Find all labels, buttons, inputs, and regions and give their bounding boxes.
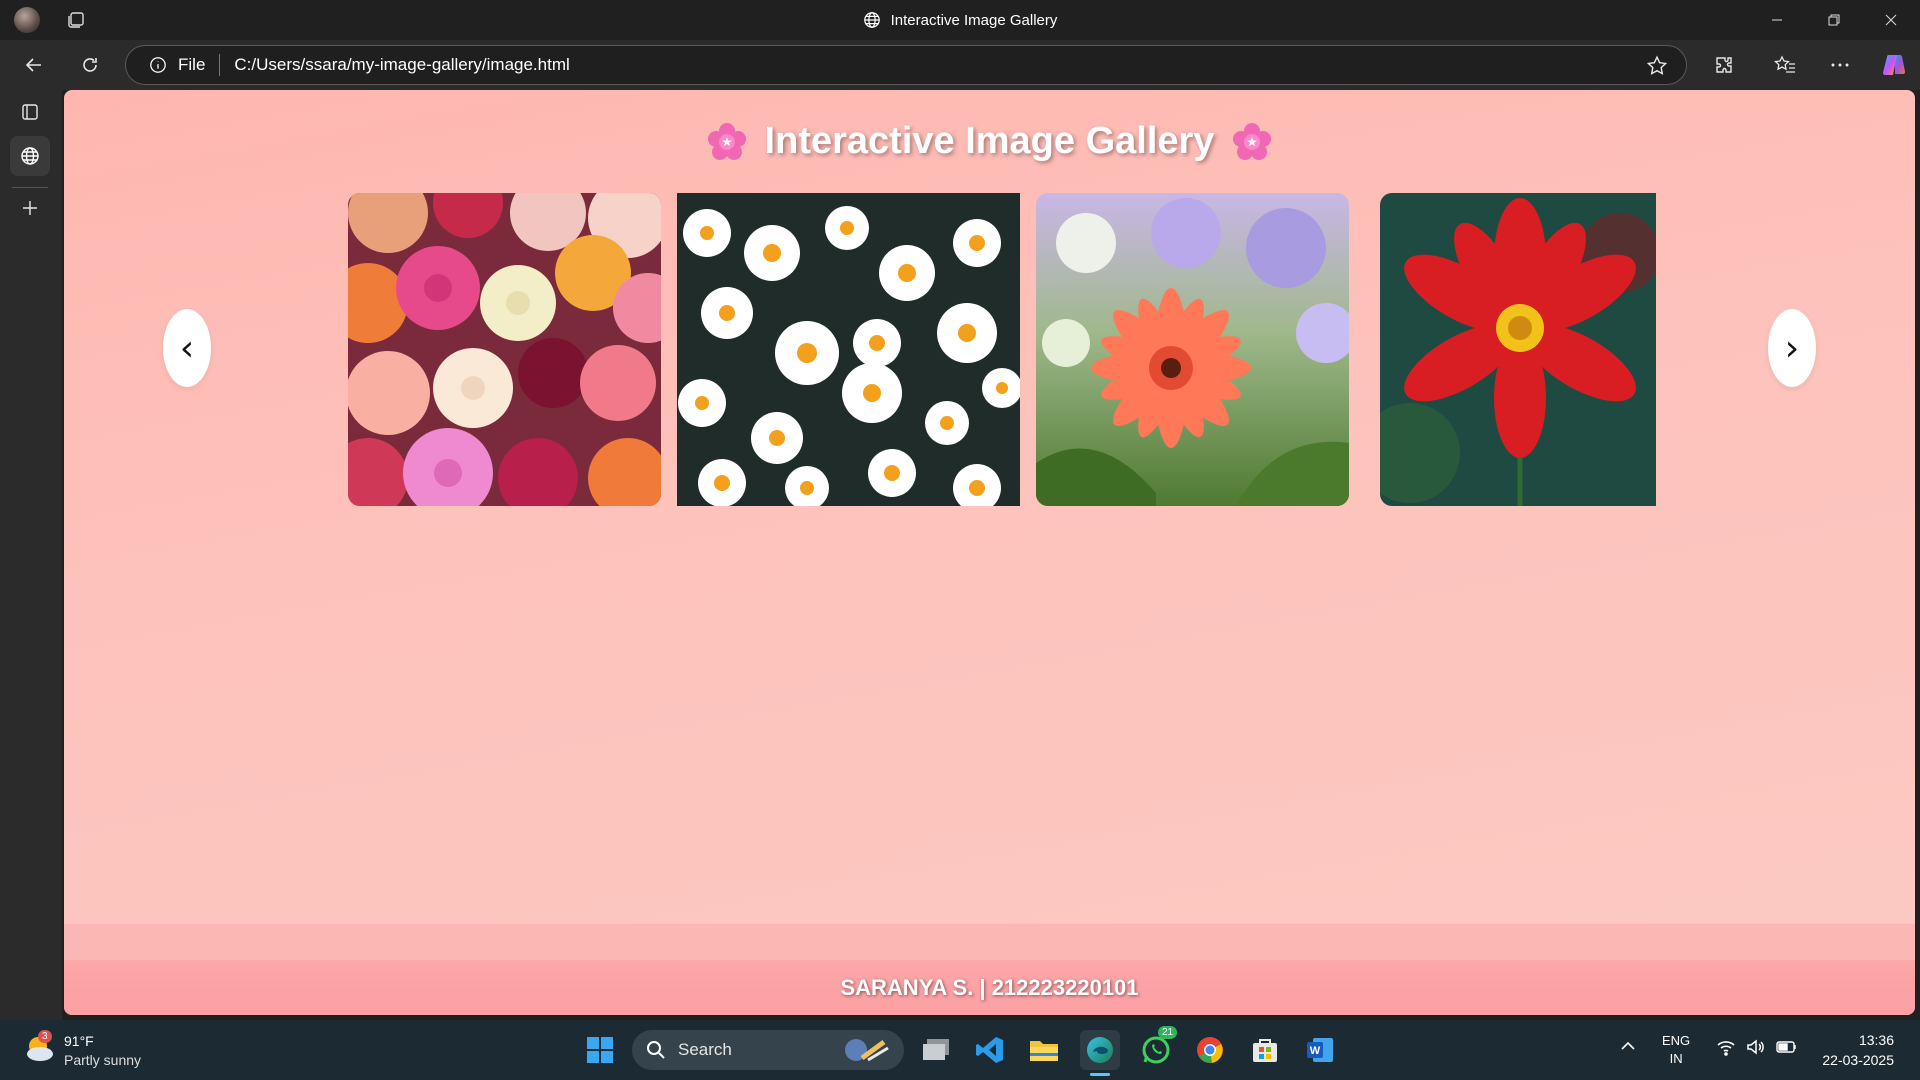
gallery-image-roses[interactable] bbox=[348, 193, 661, 506]
weather-badge: 3 bbox=[38, 1030, 52, 1043]
whatsapp-icon bbox=[1142, 1036, 1170, 1064]
language-code: ENG bbox=[1662, 1033, 1691, 1048]
window-title-area: Interactive Image Gallery bbox=[0, 0, 1920, 40]
taskbar-app-file-explorer[interactable] bbox=[1024, 1030, 1064, 1070]
taskbar-app-edge[interactable] bbox=[1080, 1030, 1120, 1076]
previous-image-button[interactable]: ‹ bbox=[163, 309, 211, 387]
favorites-button[interactable] bbox=[1767, 48, 1803, 82]
whatsapp-badge: 21 bbox=[1158, 1026, 1178, 1039]
refresh-button[interactable] bbox=[72, 48, 108, 82]
extensions-button[interactable] bbox=[1706, 48, 1742, 82]
search-icon bbox=[647, 1041, 665, 1059]
more-options-button[interactable] bbox=[1822, 48, 1858, 82]
weather-temp: 91°F bbox=[64, 1033, 94, 1049]
taskbar-app-chrome[interactable] bbox=[1190, 1030, 1230, 1070]
favorites-icon bbox=[1774, 55, 1795, 73]
copilot-button[interactable] bbox=[1876, 48, 1912, 82]
site-info-icon[interactable] bbox=[148, 55, 168, 75]
windows-taskbar: 3 91°F Partly sunny Search 21 W ENG IN 1… bbox=[0, 1020, 1920, 1080]
store-icon bbox=[1253, 1039, 1277, 1062]
minimize-icon bbox=[1772, 19, 1782, 21]
next-image-button[interactable]: › bbox=[1768, 309, 1816, 387]
show-hidden-icons-button[interactable] bbox=[1620, 1038, 1636, 1056]
close-button[interactable] bbox=[1862, 0, 1920, 40]
volume-icon bbox=[1747, 1039, 1764, 1055]
url-text[interactable]: C:/Users/ssara/my-image-gallery/image.ht… bbox=[234, 55, 569, 75]
footer-credit: SARANYA S. | 212223220101 bbox=[840, 975, 1139, 1000]
page-footer: SARANYA S. | 212223220101 bbox=[64, 923, 1915, 1015]
clock[interactable]: 13:36 22-03-2025 bbox=[1810, 1030, 1894, 1070]
taskbar-app-task-view[interactable] bbox=[916, 1030, 956, 1070]
word-icon: W bbox=[1307, 1038, 1333, 1062]
task-view-icon bbox=[923, 1039, 949, 1060]
restore-button[interactable] bbox=[1805, 0, 1863, 40]
sidebar-tab-gallery[interactable] bbox=[10, 136, 50, 176]
gallery-image-daisies[interactable] bbox=[677, 193, 1020, 506]
clock-time: 13:36 bbox=[1858, 1032, 1894, 1048]
gerbera-photo bbox=[1036, 193, 1349, 506]
tab-actions-button[interactable] bbox=[10, 92, 50, 132]
chrome-icon bbox=[1197, 1037, 1223, 1064]
cherry-blossom-icon bbox=[1233, 122, 1272, 160]
more-dots-icon bbox=[1831, 63, 1849, 67]
extensions-icon bbox=[1716, 57, 1732, 73]
svg-text:W: W bbox=[1310, 1045, 1321, 1057]
battery-icon bbox=[1776, 1041, 1796, 1053]
weather-widget-icon[interactable]: 3 bbox=[22, 1030, 58, 1066]
refresh-icon bbox=[83, 58, 97, 72]
clock-date: 22-03-2025 bbox=[1822, 1052, 1894, 1068]
roses-photo bbox=[348, 193, 661, 506]
favorite-star-icon[interactable] bbox=[1646, 55, 1668, 77]
weather-desc: Partly sunny bbox=[64, 1052, 142, 1068]
window-title: Interactive Image Gallery bbox=[890, 11, 1058, 29]
chevron-up-icon bbox=[1621, 1041, 1635, 1050]
new-tab-button[interactable] bbox=[10, 188, 50, 228]
title-bar: Interactive Image Gallery bbox=[0, 0, 1920, 40]
gallery-image-gerbera[interactable] bbox=[1036, 193, 1349, 506]
tab-panel-icon bbox=[22, 104, 38, 120]
restore-icon bbox=[1828, 14, 1840, 26]
windows-logo-icon bbox=[587, 1037, 613, 1063]
close-icon bbox=[1885, 14, 1897, 26]
plus-icon bbox=[23, 201, 37, 215]
globe-icon bbox=[21, 147, 39, 165]
back-arrow-icon bbox=[25, 58, 41, 72]
edge-icon bbox=[1087, 1037, 1113, 1063]
region-code: IN bbox=[1669, 1051, 1683, 1066]
start-button[interactable] bbox=[580, 1030, 620, 1070]
browser-sidebar bbox=[0, 90, 62, 1020]
search-highlight-icon bbox=[845, 1039, 889, 1062]
taskbar-app-vscode[interactable] bbox=[970, 1030, 1010, 1070]
weather-widget[interactable]: 91°F Partly sunny bbox=[64, 1032, 141, 1070]
minimize-button[interactable] bbox=[1748, 0, 1806, 40]
wifi-icon bbox=[1717, 1041, 1735, 1056]
address-bar[interactable]: File C:/Users/ssara/my-image-gallery/ima… bbox=[125, 45, 1687, 85]
taskbar-search-box[interactable]: Search bbox=[632, 1030, 904, 1070]
search-label: Search bbox=[678, 1040, 732, 1059]
language-indicator[interactable]: ENG IN bbox=[1662, 1032, 1690, 1068]
taskbar-app-word[interactable]: W bbox=[1300, 1030, 1340, 1070]
active-app-indicator bbox=[1090, 1073, 1110, 1076]
copilot-icon bbox=[1882, 54, 1906, 76]
cherry-blossom-icon bbox=[707, 122, 746, 160]
navigation-bar: File C:/Users/ssara/my-image-gallery/ima… bbox=[0, 40, 1920, 90]
footer-band bbox=[64, 924, 1915, 960]
page-title: Interactive Image Gallery bbox=[764, 120, 1215, 162]
system-tray[interactable] bbox=[1716, 1038, 1798, 1056]
taskbar-app-whatsapp[interactable]: 21 bbox=[1136, 1026, 1178, 1070]
globe-icon bbox=[863, 12, 880, 28]
address-separator bbox=[219, 54, 221, 76]
folder-icon bbox=[1030, 1041, 1058, 1061]
web-page: Interactive Image Gallery ‹ › SARANYA S.… bbox=[64, 90, 1915, 1015]
back-button[interactable] bbox=[16, 48, 52, 82]
vscode-icon bbox=[976, 1037, 1003, 1063]
taskbar-app-store[interactable] bbox=[1245, 1030, 1285, 1070]
page-heading-row: Interactive Image Gallery bbox=[64, 120, 1915, 163]
scheme-label: File bbox=[178, 55, 206, 74]
red-dahlia-photo bbox=[1380, 193, 1656, 506]
gallery-image-red-dahlia[interactable] bbox=[1380, 193, 1656, 506]
daisies-photo bbox=[677, 193, 1020, 506]
